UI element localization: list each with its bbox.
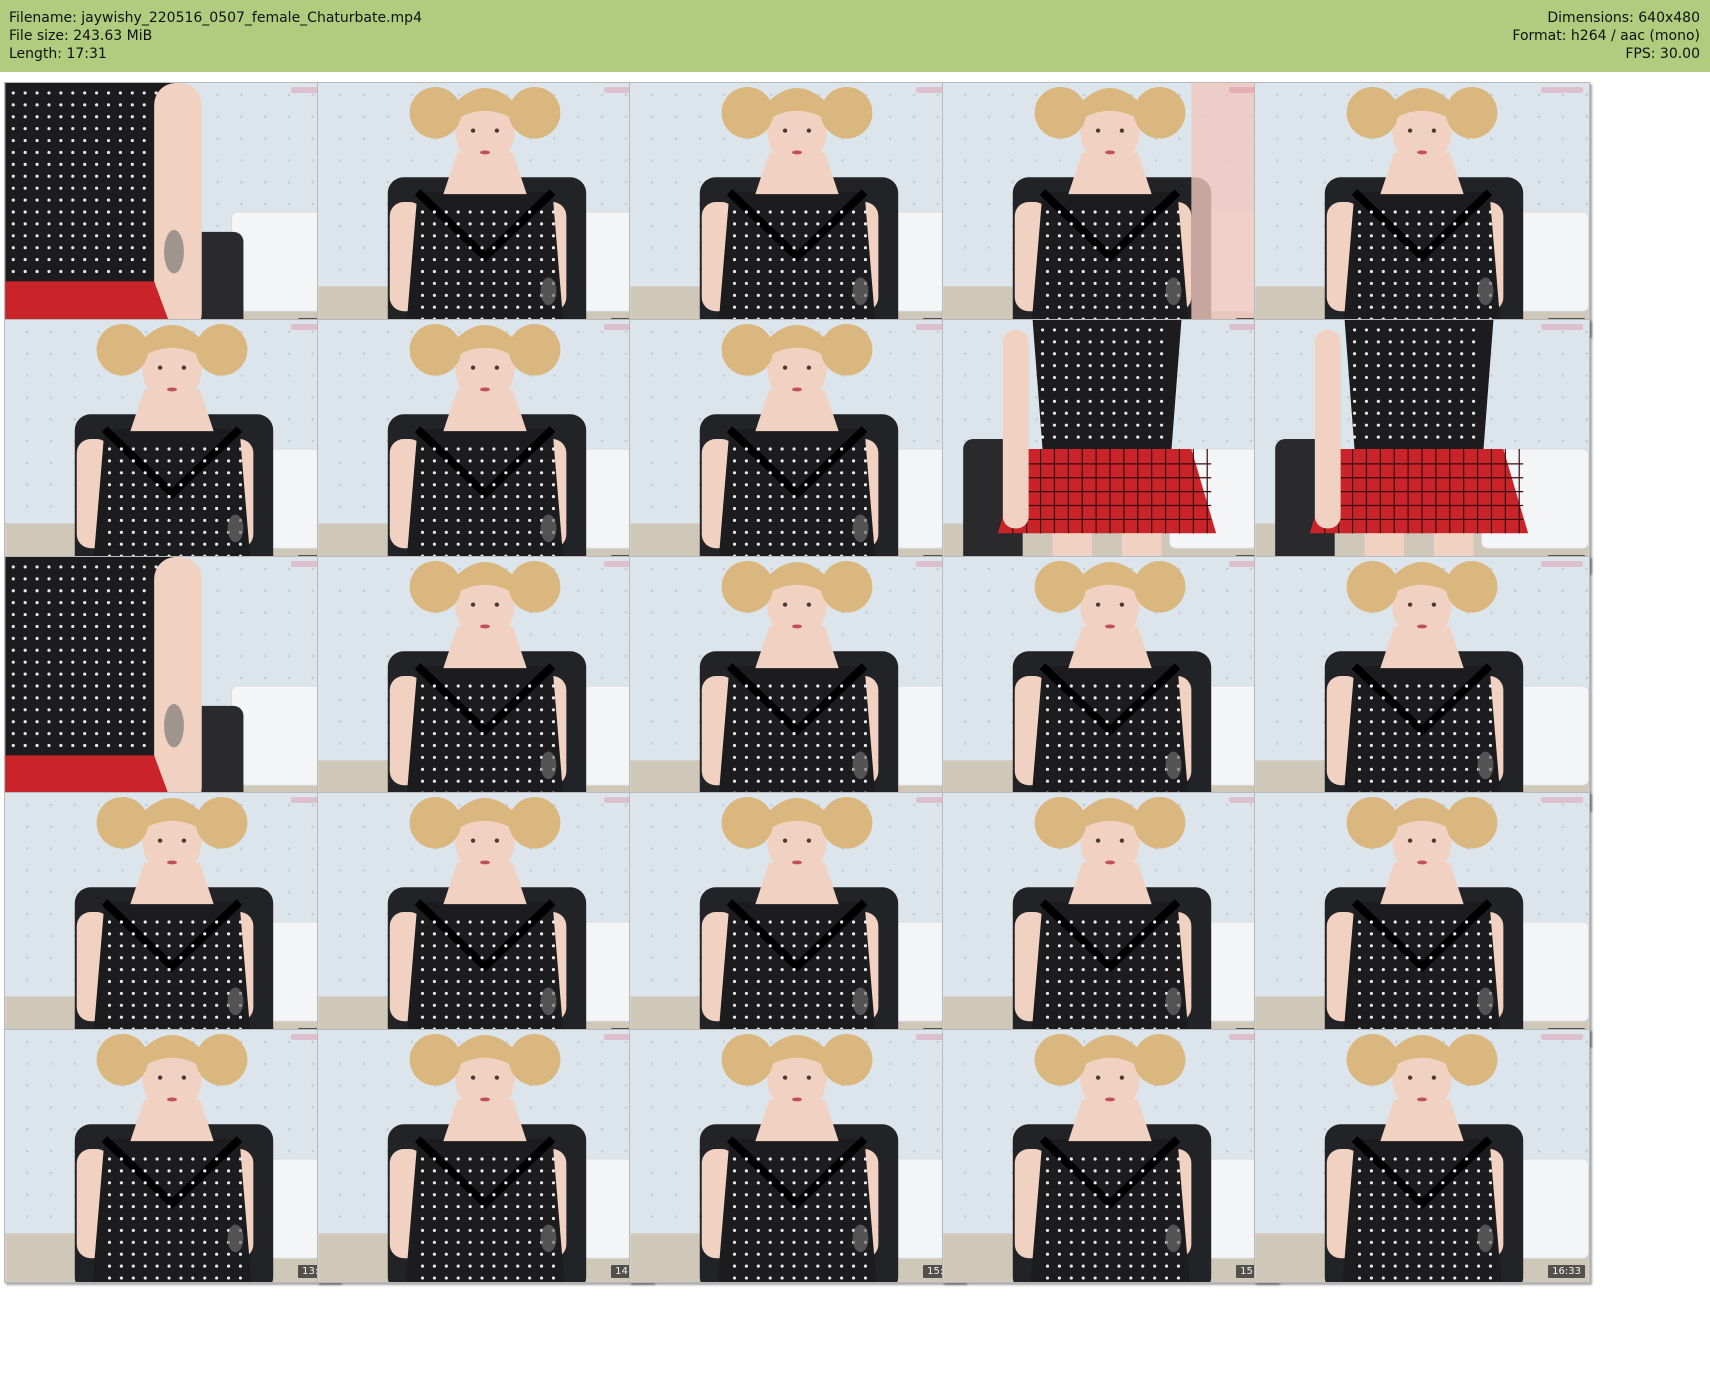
thumbnail-frame-image <box>943 83 1277 335</box>
thumbnail-frame-image <box>318 557 652 809</box>
thumbnail-frame-image <box>630 793 964 1045</box>
watermark-logo <box>1541 1034 1583 1040</box>
watermark-logo <box>1541 324 1583 330</box>
video-thumbnail[interactable]: 14:34 <box>317 1029 653 1283</box>
video-thumbnail[interactable]: 05:57 <box>942 319 1278 573</box>
thumbnail-frame-image <box>630 1030 964 1282</box>
thumbnail-frame-image <box>318 793 652 1045</box>
video-thumbnail[interactable]: 09:16 <box>942 556 1278 810</box>
thumbnail-frame-image <box>943 320 1277 572</box>
thumbnail-frame-image <box>630 557 964 809</box>
thumbnail-frame-image <box>1255 320 1589 572</box>
video-thumbnail[interactable]: 13:15 <box>1254 792 1590 1046</box>
thumbnail-frame-image <box>5 83 339 335</box>
thumbnail-grid: 00:3901:1901:5902:3903:18 03:5804:3805:18… <box>0 72 1710 1373</box>
video-thumbnail[interactable]: 09:56 <box>1254 556 1590 810</box>
thumbnail-frame-image <box>630 320 964 572</box>
thumbnail-frame-image <box>1255 793 1589 1045</box>
video-thumbnail[interactable]: 16:33 <box>1254 1029 1590 1283</box>
video-thumbnail[interactable]: 01:19 <box>317 82 653 336</box>
thumbnail-frame-image <box>943 557 1277 809</box>
filesize-line: File size: 243.63 MiB <box>9 28 153 44</box>
watermark-logo <box>1541 561 1583 567</box>
thumbnail-frame-image <box>5 320 339 572</box>
filename-line: Filename: jaywishy_220516_0507_female_Ch… <box>9 10 422 26</box>
thumbnail-frame-image <box>318 83 652 335</box>
video-thumbnail[interactable]: 12:35 <box>942 792 1278 1046</box>
thumbnail-timestamp: 16:33 <box>1548 1265 1585 1278</box>
thumbnail-frame-image <box>943 793 1277 1045</box>
video-thumbnail[interactable]: 11:15 <box>317 792 653 1046</box>
length-line: Length: 17:31 <box>9 46 107 62</box>
format-line: Format: h264 / aac (mono) <box>1512 28 1700 44</box>
video-thumbnail[interactable]: 07:57 <box>317 556 653 810</box>
info-header: Filename: jaywishy_220516_0507_female_Ch… <box>0 0 1710 72</box>
fps-line: FPS: 30.00 <box>1625 46 1700 62</box>
thumbnail-frame-image <box>318 320 652 572</box>
video-thumbnail[interactable]: 10:36 <box>4 792 340 1046</box>
watermark-logo <box>1541 797 1583 803</box>
video-thumbnail[interactable]: 00:39 <box>4 82 340 336</box>
video-thumbnail[interactable]: 01:59 <box>629 82 965 336</box>
video-thumbnail[interactable]: 15:54 <box>942 1029 1278 1283</box>
thumbnail-frame-image <box>943 1030 1277 1282</box>
thumbnail-frame-image <box>5 557 339 809</box>
thumbnail-frame-image <box>318 1030 652 1282</box>
thumbnail-frame-image <box>630 83 964 335</box>
video-thumbnail[interactable]: 06:37 <box>1254 319 1590 573</box>
video-thumbnail[interactable]: 13:54 <box>4 1029 340 1283</box>
thumbnail-frame-image <box>1255 557 1589 809</box>
video-thumbnail[interactable]: 05:18 <box>629 319 965 573</box>
video-thumbnail[interactable]: 03:18 <box>1254 82 1590 336</box>
video-thumbnail[interactable]: 04:38 <box>317 319 653 573</box>
file-info-right: Dimensions: 640x480 Format: h264 / aac (… <box>1512 9 1700 63</box>
file-info-left: Filename: jaywishy_220516_0507_female_Ch… <box>9 9 422 63</box>
video-thumbnail[interactable]: 03:58 <box>4 319 340 573</box>
thumbnail-frame-image <box>5 793 339 1045</box>
video-thumbnail[interactable]: 15:14 <box>629 1029 965 1283</box>
dimensions-line: Dimensions: 640x480 <box>1547 10 1700 26</box>
watermark-logo <box>1541 87 1583 93</box>
thumbnail-frame-image <box>5 1030 339 1282</box>
video-thumbnail[interactable]: 02:39 <box>942 82 1278 336</box>
video-thumbnail[interactable]: 11:55 <box>629 792 965 1046</box>
video-thumbnail[interactable]: 08:36 <box>629 556 965 810</box>
thumbnail-frame-image <box>1255 1030 1589 1282</box>
video-thumbnail[interactable]: 07:17 <box>4 556 340 810</box>
thumbnail-frame-image <box>1255 83 1589 335</box>
